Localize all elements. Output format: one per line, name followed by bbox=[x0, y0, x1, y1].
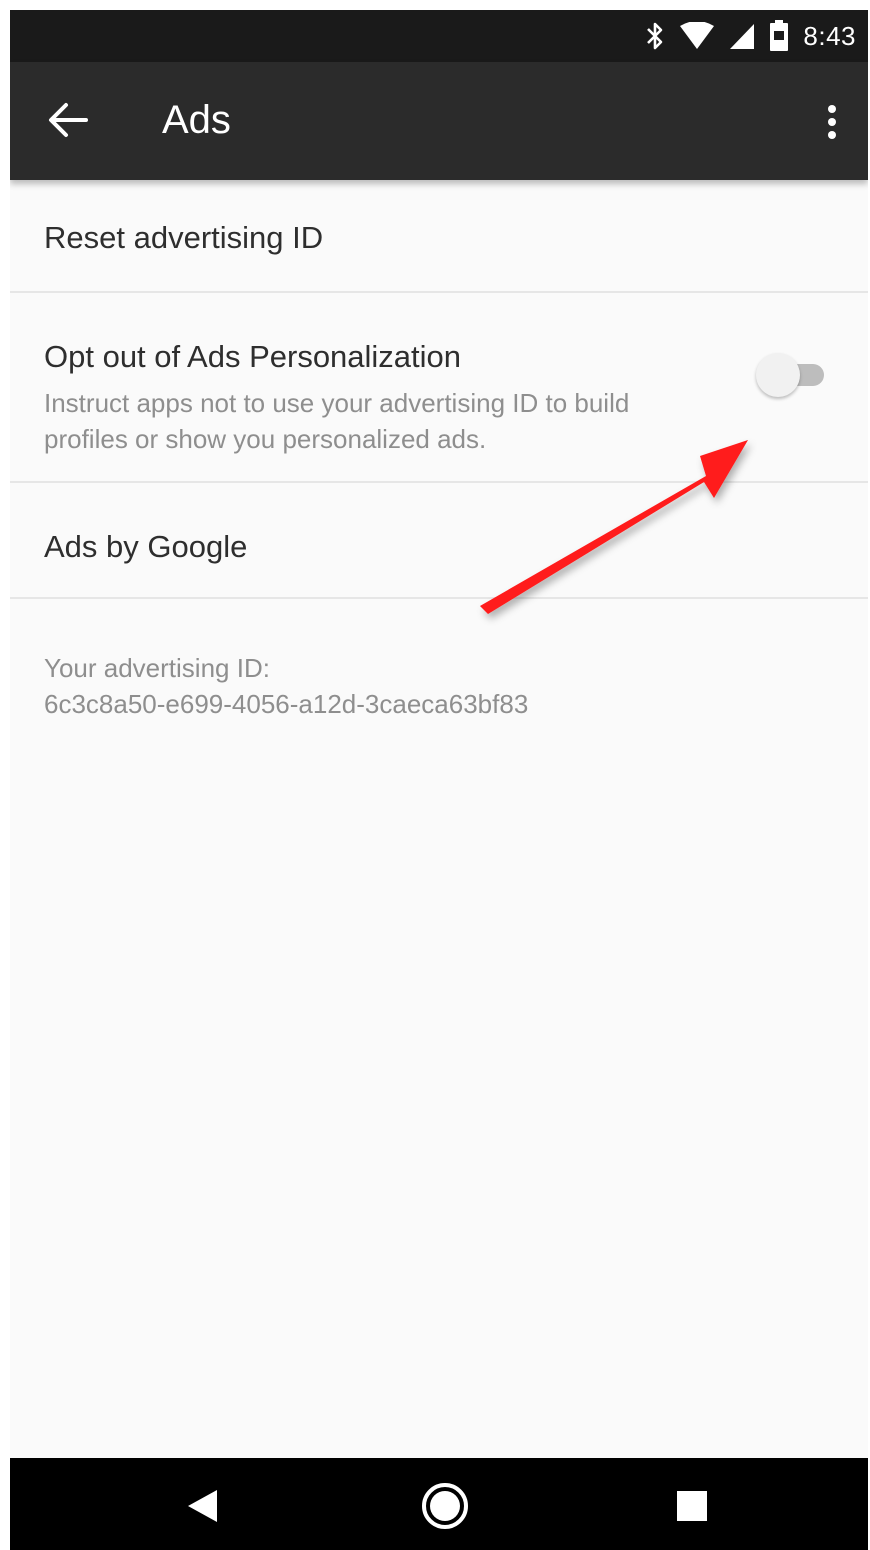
battery-icon bbox=[769, 20, 789, 52]
back-button[interactable] bbox=[40, 94, 96, 150]
nav-home-button[interactable] bbox=[415, 1478, 475, 1538]
overflow-menu-button[interactable] bbox=[810, 96, 854, 152]
recents-square-icon bbox=[675, 1489, 709, 1528]
back-triangle-icon bbox=[185, 1488, 219, 1529]
phone-screen: 8:43 Ads Reset advertising ID Opt out of… bbox=[10, 10, 868, 1550]
app-bar: Ads bbox=[10, 62, 868, 180]
ads-by-google-item[interactable]: Ads by Google bbox=[10, 483, 868, 599]
switch-thumb bbox=[756, 353, 800, 397]
opt-out-personalization-item[interactable]: Opt out of Ads Personalization Instruct … bbox=[10, 293, 868, 483]
advertising-id-label: Your advertising ID: bbox=[44, 653, 270, 683]
arrow-left-icon bbox=[48, 102, 88, 143]
wifi-icon bbox=[679, 22, 715, 50]
advertising-id-value: 6c3c8a50-e699-4056-a12d-3caeca63bf83 bbox=[44, 689, 529, 719]
home-circle-icon bbox=[420, 1481, 470, 1536]
advertising-id-info: Your advertising ID: 6c3c8a50-e699-4056-… bbox=[44, 650, 528, 722]
pref-summary: Instruct apps not to use your advertisin… bbox=[44, 388, 630, 454]
status-time: 8:43 bbox=[803, 20, 856, 51]
bluetooth-icon bbox=[645, 21, 665, 51]
signal-icon bbox=[729, 22, 755, 50]
more-vert-icon bbox=[827, 104, 837, 145]
status-bar: 8:43 bbox=[10, 10, 868, 62]
nav-back-button[interactable] bbox=[172, 1478, 232, 1538]
reset-advertising-id-item[interactable]: Reset advertising ID bbox=[10, 180, 868, 293]
navigation-bar bbox=[10, 1458, 868, 1550]
nav-recents-button[interactable] bbox=[662, 1478, 722, 1538]
pref-title: Reset advertising ID bbox=[44, 220, 324, 255]
pref-title: Opt out of Ads Personalization bbox=[44, 339, 462, 374]
opt-out-toggle[interactable] bbox=[754, 353, 828, 397]
page-title: Ads bbox=[162, 98, 231, 142]
pref-title: Ads by Google bbox=[44, 529, 248, 564]
settings-list: Reset advertising ID Opt out of Ads Pers… bbox=[10, 180, 868, 599]
